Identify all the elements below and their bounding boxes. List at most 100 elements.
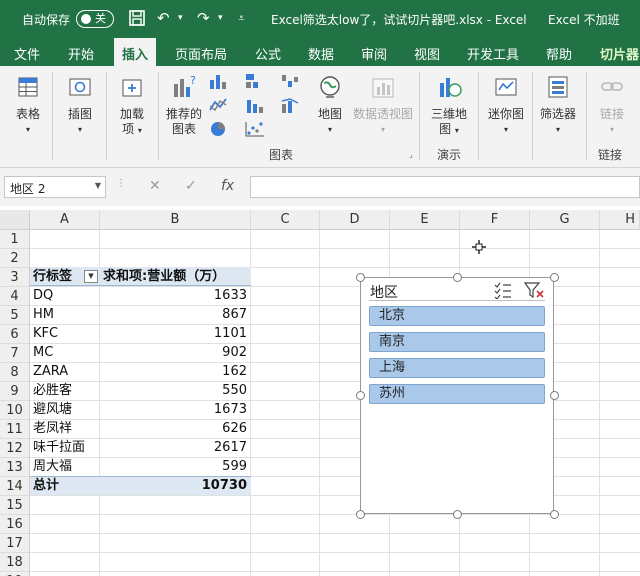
tab-slicer[interactable]: 切片器 <box>600 44 639 63</box>
column-header[interactable]: F <box>460 210 530 230</box>
table-button[interactable]: 表格 ▾ <box>10 74 46 137</box>
row-header[interactable]: 19 <box>0 572 30 576</box>
undo-icon[interactable]: ↶ <box>157 9 170 27</box>
row-header[interactable]: 16 <box>0 515 30 534</box>
row-header[interactable]: 11 <box>0 420 30 439</box>
slicer-item[interactable]: 南京 <box>369 332 545 352</box>
illustrations-button[interactable]: 插图 ▾ <box>61 74 99 137</box>
pivot-row-value[interactable]: 1673 <box>100 400 247 419</box>
tab-formulas[interactable]: 公式 <box>255 44 281 63</box>
pivot-row-label[interactable]: 避风塘 <box>33 400 72 419</box>
hierarchy-chart-icon[interactable] <box>244 72 266 90</box>
undo-dropdown-icon[interactable]: ▾ <box>178 9 183 27</box>
pivot-total-value[interactable]: 10730 <box>100 476 247 495</box>
link-button[interactable]: 链接 ▾ <box>592 74 632 137</box>
pivot-row-value[interactable]: 1633 <box>100 286 247 305</box>
pivotchart-button[interactable]: 数据透视图 ▾ <box>352 74 414 137</box>
column-header[interactable]: G <box>530 210 600 230</box>
resize-handle[interactable] <box>453 273 462 282</box>
tab-help[interactable]: 帮助 <box>546 44 572 63</box>
line-chart-icon[interactable] <box>208 96 230 114</box>
row-header[interactable]: 12 <box>0 439 30 458</box>
column-chart-icon[interactable] <box>208 72 230 90</box>
multi-select-icon[interactable] <box>493 281 513 299</box>
enter-icon[interactable]: ✓ <box>185 178 197 194</box>
column-header[interactable]: C <box>251 210 320 230</box>
tab-page-layout[interactable]: 页面布局 <box>175 44 227 63</box>
slicer-panel[interactable]: 地区 北京 南京 上海 苏州 <box>360 277 554 514</box>
name-box[interactable]: 地区 2 ▼ <box>4 176 106 198</box>
pivot-row-label[interactable]: DQ <box>33 286 53 305</box>
waterfall-chart-icon[interactable] <box>280 72 302 90</box>
slicer-item[interactable]: 苏州 <box>369 384 545 404</box>
row-header[interactable]: 5 <box>0 306 30 325</box>
3d-map-button[interactable]: 三维地 图 ▾ <box>426 74 472 138</box>
filter-dropdown-icon[interactable]: ▼ <box>84 270 98 283</box>
map-chart-button[interactable]: 地图 ▾ <box>312 74 348 137</box>
tab-developer[interactable]: 开发工具 <box>467 44 519 63</box>
slicer-item[interactable]: 北京 <box>369 306 545 326</box>
tab-home[interactable]: 开始 <box>68 44 94 63</box>
recommended-charts-button[interactable]: ? 推荐的 图表 <box>163 74 205 137</box>
combo-chart-icon[interactable] <box>280 96 302 114</box>
tab-data[interactable]: 数据 <box>308 44 334 63</box>
row-header[interactable]: 9 <box>0 382 30 401</box>
row-header[interactable]: 10 <box>0 401 30 420</box>
row-header[interactable]: 4 <box>0 287 30 306</box>
resize-handle[interactable] <box>356 510 365 519</box>
pivot-row-label[interactable]: MC <box>33 343 53 362</box>
pivot-row-value[interactable]: 599 <box>100 457 247 476</box>
pivot-row-value[interactable]: 626 <box>100 419 247 438</box>
scatter-chart-icon[interactable] <box>244 120 266 138</box>
dialog-launcher-icon[interactable]: ⌟ <box>409 150 413 159</box>
pivot-row-label[interactable]: 味千拉面 <box>33 438 85 457</box>
user-name[interactable]: Excel 不加班 <box>548 11 620 28</box>
select-all-button[interactable] <box>0 210 30 230</box>
cancel-icon[interactable]: ✕ <box>149 178 161 194</box>
save-icon[interactable] <box>128 9 146 31</box>
pivot-value-header[interactable]: 求和项:营业额（万） <box>103 267 225 286</box>
tab-review[interactable]: 审阅 <box>361 44 387 63</box>
row-header[interactable]: 18 <box>0 553 30 572</box>
pivot-row-value[interactable]: 550 <box>100 381 247 400</box>
pivot-row-value[interactable]: 2617 <box>100 438 247 457</box>
pivot-row-label-header[interactable]: 行标签 <box>33 267 72 286</box>
row-header[interactable]: 2 <box>0 249 30 268</box>
redo-dropdown-icon[interactable]: ▾ <box>218 9 223 27</box>
row-header[interactable]: 17 <box>0 534 30 553</box>
column-header[interactable]: D <box>320 210 390 230</box>
resize-handle[interactable] <box>550 510 559 519</box>
tab-view[interactable]: 视图 <box>414 44 440 63</box>
formula-input[interactable] <box>250 176 640 198</box>
tab-insert[interactable]: 插入 <box>114 38 157 66</box>
pivot-row-label[interactable]: 周大福 <box>33 457 72 476</box>
pivot-row-label[interactable]: 老凤祥 <box>33 419 72 438</box>
pivot-row-label[interactable]: 必胜客 <box>33 381 72 400</box>
resize-handle[interactable] <box>550 273 559 282</box>
pivot-row-label[interactable]: ZARA <box>33 362 68 381</box>
resize-handle[interactable] <box>453 510 462 519</box>
resize-handle[interactable] <box>550 391 559 400</box>
filters-button[interactable]: 筛选器 ▾ <box>536 74 580 137</box>
tab-file[interactable]: 文件 <box>14 44 40 63</box>
slicer-item[interactable]: 上海 <box>369 358 545 378</box>
insert-function-icon[interactable]: fx <box>221 178 234 194</box>
row-header[interactable]: 8 <box>0 363 30 382</box>
pie-chart-icon[interactable] <box>208 120 230 138</box>
row-header[interactable]: 1 <box>0 230 30 249</box>
row-header[interactable]: 15 <box>0 496 30 515</box>
row-header[interactable]: 13 <box>0 458 30 477</box>
pivot-row-label[interactable]: KFC <box>33 324 58 343</box>
customize-quick-access-icon[interactable]: ⩡ <box>238 9 245 27</box>
pivot-row-value[interactable]: 1101 <box>100 324 247 343</box>
more-options-icon[interactable]: ⋮ <box>116 178 126 189</box>
resize-handle[interactable] <box>356 391 365 400</box>
clear-filter-icon[interactable] <box>523 281 545 299</box>
pivot-row-label[interactable]: HM <box>33 305 54 324</box>
pivot-row-value[interactable]: 162 <box>100 362 247 381</box>
row-header[interactable]: 3 <box>0 268 30 287</box>
row-header[interactable]: 7 <box>0 344 30 363</box>
pivot-row-value[interactable]: 867 <box>100 305 247 324</box>
pivot-total-label[interactable]: 总计 <box>33 476 59 495</box>
row-header[interactable]: 6 <box>0 325 30 344</box>
